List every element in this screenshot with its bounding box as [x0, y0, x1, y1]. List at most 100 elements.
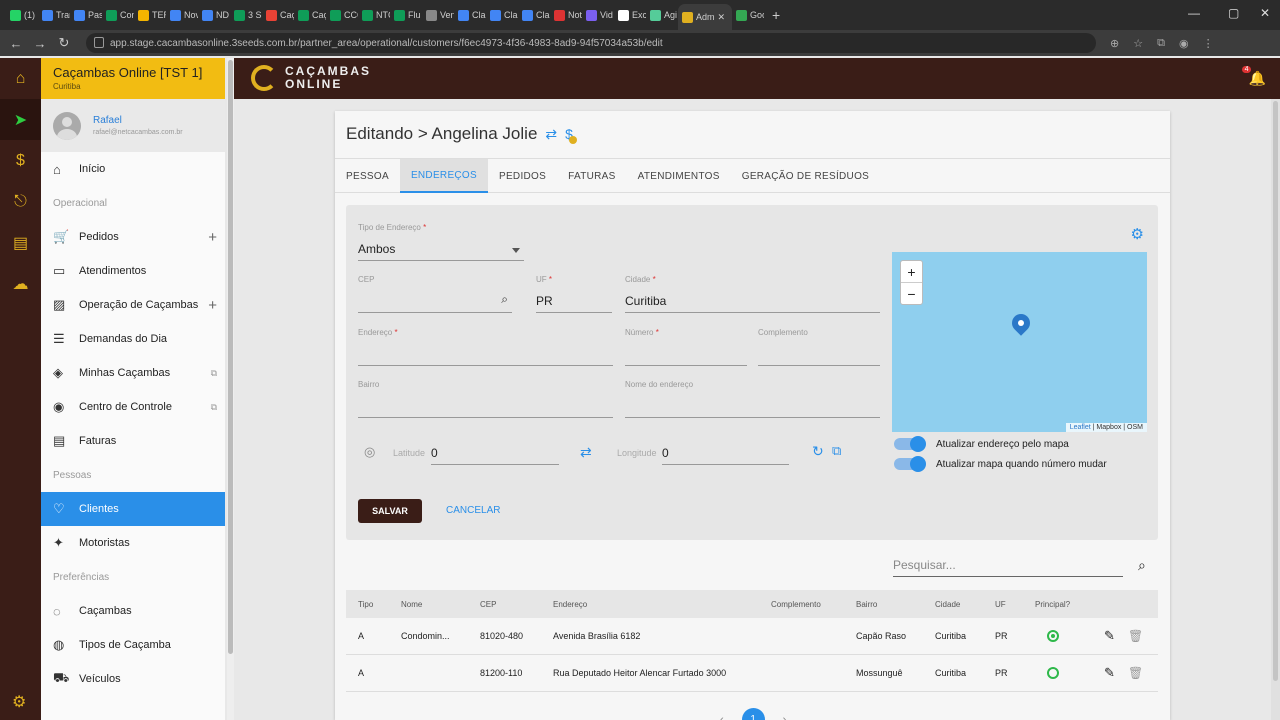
browser-tab[interactable]: (1) [6, 3, 38, 27]
sidebar-item-minhas-ca-ambas[interactable]: ◈ Minhas Caçambas ⧉ [41, 356, 225, 390]
browser-tab[interactable]: 3 S [230, 3, 262, 27]
sidebar-item-tipos-de-ca-amba[interactable]: ◍ Tipos de Caçamba [41, 628, 225, 662]
city-field[interactable]: Cidade * Curitiba [625, 275, 880, 313]
browser-tab[interactable]: Clar [518, 3, 550, 27]
column-header[interactable]: Cidade [935, 600, 960, 609]
delete-icon[interactable]: 🗑 [1128, 666, 1143, 680]
extensions-icon[interactable]: ⧉ [1157, 37, 1165, 50]
browser-tab[interactable]: Flu [390, 3, 422, 27]
principal-radio[interactable] [1047, 667, 1059, 679]
tab-geração-de-resíduos[interactable]: GERAÇÃO DE RESÍDUOS [731, 159, 880, 193]
browser-tab[interactable]: Not [550, 3, 582, 27]
add-icon[interactable]: + [208, 297, 217, 314]
operational-icon[interactable]: ➤ [0, 99, 41, 140]
browser-tab[interactable]: Clar [454, 3, 486, 27]
browser-tab[interactable]: Pas [70, 3, 102, 27]
toggle-switch[interactable] [894, 456, 926, 472]
add-icon[interactable]: + [208, 229, 217, 246]
column-header[interactable]: CEP [480, 600, 496, 609]
maximize-icon[interactable]: ▢ [1228, 6, 1239, 20]
coin-icon[interactable]: $ [565, 126, 577, 144]
toggle-switch[interactable] [894, 436, 926, 452]
column-header[interactable]: Endereço [553, 600, 587, 609]
forward-icon[interactable]: → [28, 36, 52, 51]
column-header[interactable]: Nome [401, 600, 422, 609]
open-external-icon[interactable]: ⧉ [832, 443, 841, 459]
tab-faturas[interactable]: FATURAS [557, 159, 626, 193]
browser-tab[interactable]: Caç [262, 3, 294, 27]
zoom-icon[interactable]: ⊕ [1110, 37, 1119, 50]
principal-radio[interactable] [1047, 630, 1059, 642]
sidebar-item-faturas[interactable]: ▤ Faturas [41, 424, 225, 458]
number-field[interactable]: Número * [625, 328, 747, 366]
browser-tab[interactable]: Ven [422, 3, 454, 27]
column-header[interactable]: Principal? [1035, 600, 1070, 609]
browser-tab[interactable]: Con [102, 3, 134, 27]
browser-tab[interactable]: Tran [38, 3, 70, 27]
tab-pessoa[interactable]: PESSOA [335, 159, 400, 193]
zoom-in-button[interactable]: + [901, 261, 922, 283]
neighborhood-field[interactable]: Bairro [358, 380, 613, 418]
sidebar-item-motoristas[interactable]: ✦ Motoristas [41, 526, 225, 560]
address-name-field[interactable]: Nome do endereço [625, 380, 880, 418]
column-header[interactable]: Tipo [358, 600, 373, 609]
tab-atendimentos[interactable]: ATENDIMENTOS [627, 159, 731, 193]
swap-icon[interactable]: ⇄ [580, 444, 592, 461]
toggle-update-map[interactable]: Atualizar mapa quando número mudar [894, 456, 1107, 472]
sidebar-item-ve-culos[interactable]: ⛟ Veículos [41, 662, 225, 696]
notification-bell-icon[interactable]: 🔔 4 [1241, 66, 1266, 87]
menu-icon[interactable]: ⋮ [1203, 37, 1214, 50]
user-card[interactable]: Rafael rafael@netcacambas.com.br [41, 99, 225, 152]
settings-gear-icon[interactable]: ⚙ [12, 692, 26, 712]
sidebar-item-clientes[interactable]: ♡ Clientes [41, 492, 225, 526]
zoom-out-button[interactable]: − [901, 283, 922, 305]
tab-endereços[interactable]: ENDEREÇOS [399, 159, 488, 193]
close-window-icon[interactable]: ✕ [1260, 6, 1270, 20]
browser-tab[interactable]: Goo [732, 3, 764, 27]
table-row[interactable]: A 81200-110 Rua Deputado Heitor Alencar Fu… [346, 655, 1158, 692]
minimize-icon[interactable]: — [1188, 6, 1200, 20]
page-scrollbar[interactable] [1271, 99, 1280, 720]
delete-icon[interactable]: 🗑 [1128, 629, 1143, 643]
uf-field[interactable]: UF * PR [536, 275, 612, 313]
document-icon[interactable]: ▤ [0, 222, 41, 263]
browser-tab[interactable]: Caç [294, 3, 326, 27]
browser-tab[interactable]: Vid [582, 3, 614, 27]
profile-icon[interactable]: ◉ [1179, 37, 1189, 50]
close-tab-icon[interactable]: ✕ [718, 12, 726, 23]
home-icon[interactable]: ⌂ [0, 58, 41, 99]
next-page-icon[interactable]: › [783, 714, 787, 720]
address-type-select[interactable]: Tipo de Endereço * Ambos [358, 223, 524, 261]
map-marker-icon[interactable] [1008, 310, 1034, 336]
company-header[interactable]: Caçambas Online [TST 1] Curitiba [41, 58, 225, 99]
column-header[interactable]: Complemento [771, 600, 821, 609]
longitude-field[interactable]: 0 [662, 440, 789, 465]
save-button[interactable]: SALVAR [358, 499, 422, 523]
new-tab-icon[interactable]: + [772, 7, 780, 23]
browser-tab[interactable]: Nov [166, 3, 198, 27]
cancel-button[interactable]: CANCELAR [446, 505, 500, 516]
column-header[interactable]: UF [995, 600, 1006, 609]
site-info-icon[interactable] [94, 37, 104, 48]
transfer-icon[interactable]: ⇄ [545, 126, 557, 143]
sidebar-item-demandas-do-dia[interactable]: ☰ Demandas do Dia [41, 322, 225, 356]
browser-tab[interactable]: Clar [486, 3, 518, 27]
sidebar-item-centro-de-controle[interactable]: ◉ Centro de Controle ⧉ [41, 390, 225, 424]
edit-icon[interactable]: ✎ [1104, 628, 1115, 644]
back-icon[interactable]: ← [4, 36, 28, 51]
sidebar-scrollbar[interactable] [227, 58, 234, 720]
page-1-button[interactable]: 1 [741, 708, 765, 720]
leaflet-link[interactable]: Leaflet [1070, 424, 1091, 431]
search-icon[interactable]: ⌕ [501, 292, 508, 307]
open-external-icon[interactable]: ⧉ [211, 402, 217, 413]
browser-tab[interactable]: ND [198, 3, 230, 27]
refresh-icon[interactable]: ↻ [812, 443, 824, 460]
edit-icon[interactable]: ✎ [1104, 665, 1115, 681]
url-input[interactable]: app.stage.cacambasonline.3seeds.com.br/p… [86, 33, 1096, 53]
finance-icon[interactable]: $ [0, 140, 41, 181]
map[interactable]: + − Leaflet | Mapbox | OSM [892, 252, 1147, 432]
browser-tab[interactable]: Exc [614, 3, 646, 27]
search-icon[interactable]: ⌕ [1138, 557, 1146, 574]
browser-tab[interactable]: NTC [358, 3, 390, 27]
latitude-field[interactable]: 0 [431, 440, 559, 465]
